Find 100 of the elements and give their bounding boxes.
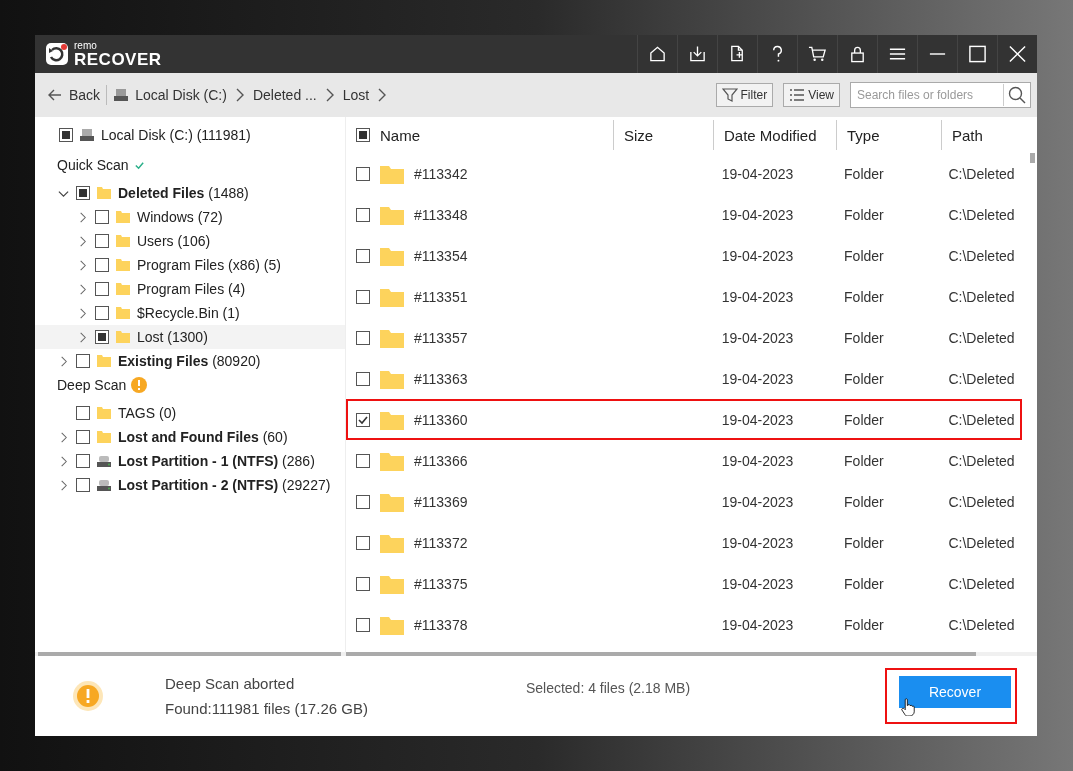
table-cell: 19-04-2023 [721, 206, 794, 223]
table-cell: #113348 [414, 206, 468, 223]
folder-icon [96, 429, 112, 445]
checkbox[interactable] [356, 289, 370, 304]
tree-label[interactable]: $Recycle.Bin (1) [137, 305, 240, 321]
chevron-right-icon[interactable] [58, 431, 69, 443]
list-icon [789, 87, 806, 103]
checkbox[interactable] [76, 478, 90, 492]
column-header[interactable]: Name [380, 126, 420, 144]
section-title: Quick Scan [57, 157, 129, 173]
tree-label[interactable]: Lost Partition - 1 (NTFS) (286) [118, 453, 315, 469]
table-cell: #113369 [414, 493, 468, 510]
checkbox[interactable] [95, 234, 109, 248]
table-cell: Folder [844, 616, 884, 633]
tree-label[interactable]: Windows (72) [137, 209, 223, 225]
table-cell: 19-04-2023 [721, 329, 794, 346]
checkbox[interactable] [76, 186, 90, 200]
search-icon[interactable] [1008, 86, 1026, 104]
folder-icon [380, 409, 404, 430]
checkbox[interactable] [76, 406, 90, 420]
checkbox[interactable] [356, 371, 370, 386]
tree-label[interactable]: Existing Files (80920) [118, 353, 261, 369]
selection-summary: Selected: 4 files (2.18 MB) [525, 680, 691, 696]
scrollbar[interactable] [1030, 153, 1035, 163]
checkbox[interactable] [76, 354, 90, 368]
folder-icon [380, 286, 404, 307]
drive-icon [96, 453, 112, 469]
tree-label[interactable]: Local Disk (C:) (111981) [101, 127, 251, 143]
checkbox[interactable] [356, 535, 370, 550]
column-header[interactable]: Size [624, 126, 654, 144]
checkbox[interactable] [76, 430, 90, 444]
chevron-right-icon[interactable] [77, 259, 88, 271]
column-header[interactable]: Date Modified [724, 126, 817, 144]
checkbox[interactable] [356, 494, 370, 509]
column-header[interactable]: Type [847, 126, 880, 144]
table-cell: Folder [844, 370, 884, 387]
checkbox[interactable] [95, 306, 109, 320]
checkbox[interactable] [76, 454, 90, 468]
select-all-checkbox[interactable] [356, 128, 370, 142]
tree-label[interactable]: Program Files (x86) (5) [137, 257, 281, 273]
tree-row-highlight[interactable]: Lost (1300) [35, 325, 345, 349]
search-field[interactable]: Search files or folders [850, 82, 1031, 108]
checkbox[interactable] [356, 617, 370, 632]
chevron-right-icon [377, 87, 388, 103]
table-cell: 19-04-2023 [721, 452, 794, 469]
checkbox[interactable] [95, 330, 109, 344]
chevron-right-icon[interactable] [77, 307, 88, 319]
checkbox[interactable] [95, 210, 109, 224]
chevron-right-icon[interactable] [77, 331, 88, 343]
checkbox[interactable] [356, 576, 370, 591]
scrollbar[interactable] [346, 652, 976, 656]
chevron-right-icon[interactable] [58, 479, 69, 491]
chevron-right-icon[interactable] [77, 235, 88, 247]
tree-label[interactable]: Users (106) [137, 233, 211, 249]
logo-small-text: remo [74, 40, 98, 51]
folder-icon [380, 450, 404, 471]
checkbox[interactable] [356, 207, 370, 222]
breadcrumb[interactable]: Lost [338, 85, 374, 105]
column-header[interactable]: Path [952, 126, 983, 144]
checkbox[interactable] [356, 166, 370, 181]
filter-button[interactable]: Filter [715, 83, 774, 107]
chevron-right-icon [324, 87, 335, 103]
tree-label[interactable]: Lost Partition - 2 (NTFS) (29227) [118, 477, 331, 493]
tree-label[interactable]: Deleted Files (1488) [118, 185, 249, 201]
table-cell: 19-04-2023 [721, 616, 794, 633]
tree-label[interactable]: TAGS (0) [118, 405, 177, 421]
tree-label[interactable]: Program Files (4) [137, 281, 246, 297]
breadcrumb[interactable]: Deleted ... [248, 85, 321, 105]
table-cell: #113363 [414, 370, 468, 387]
folder-icon [380, 204, 404, 225]
drive-icon [79, 127, 95, 143]
chevron-right-icon[interactable] [77, 283, 88, 295]
checkbox[interactable] [95, 258, 109, 272]
chevron-right-icon[interactable] [77, 211, 88, 223]
chevron-right-icon[interactable] [58, 455, 69, 467]
folder-icon [380, 491, 404, 512]
folder-icon [115, 329, 131, 345]
table-cell: Folder [844, 575, 884, 592]
table-cell: #113378 [414, 616, 468, 633]
checkbox[interactable] [356, 330, 370, 345]
chevron-right-icon[interactable] [58, 355, 69, 367]
tree-label[interactable]: Lost and Found Files (60) [118, 429, 288, 445]
table-cell: Folder [844, 411, 884, 428]
breadcrumb[interactable]: Local Disk (C:) [109, 85, 231, 105]
table-cell: 19-04-2023 [721, 288, 794, 305]
checkbox[interactable] [95, 282, 109, 296]
view-button[interactable]: View [783, 83, 840, 107]
table-cell: Folder [844, 165, 884, 182]
checkbox[interactable] [356, 412, 370, 427]
table-cell: #113357 [414, 329, 468, 346]
folder-icon [115, 257, 131, 273]
table-cell: #113351 [414, 288, 468, 305]
checkbox[interactable] [356, 248, 370, 263]
table-cell: C:\Deleted [948, 411, 1015, 428]
tree-label[interactable]: Lost (1300) [137, 329, 208, 345]
folder-icon [96, 405, 112, 421]
checkbox[interactable] [356, 453, 370, 468]
back-button[interactable]: Back [43, 85, 108, 105]
checkbox[interactable] [59, 128, 73, 142]
scrollbar[interactable] [38, 652, 341, 656]
